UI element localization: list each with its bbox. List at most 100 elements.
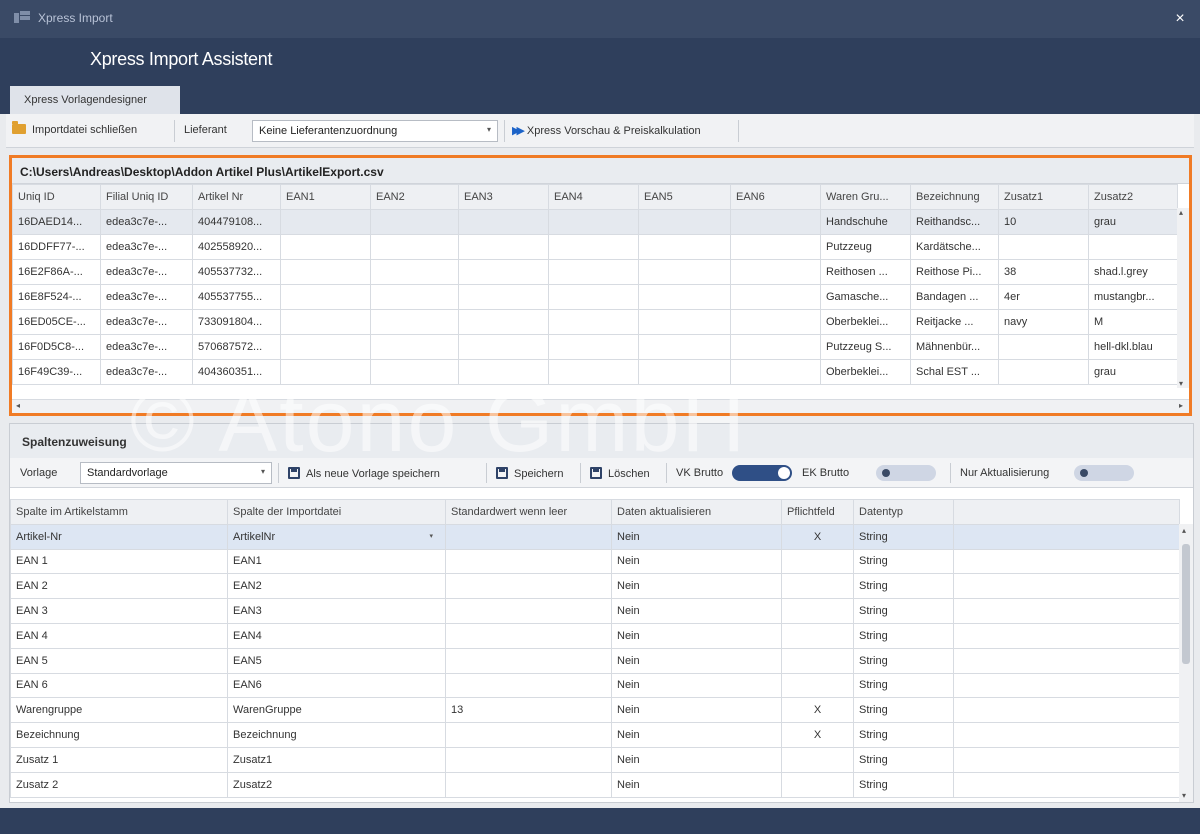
table-cell[interactable]: [445, 746, 612, 773]
table-row[interactable]: 16E2F86A-... edea3c7e-... 405537732... Reit…: [12, 259, 1178, 285]
table-cell: [548, 359, 639, 385]
template-select[interactable]: Standardvorlage ▾: [80, 462, 272, 484]
table-cell[interactable]: EAN1: [227, 548, 446, 575]
column-header[interactable]: Bezeichnung: [910, 184, 999, 210]
table-cell[interactable]: Nein: [611, 697, 782, 724]
table-cell: [638, 359, 731, 385]
tab-vorlagendesigner[interactable]: Xpress Vorlagendesigner: [10, 86, 180, 114]
table-row[interactable]: Artikel-Nr ArtikelNr ▾ Nein X String: [10, 523, 1180, 550]
table-row[interactable]: EAN 4 EAN4 Nein String: [10, 622, 1180, 649]
table-cell[interactable]: Nein: [611, 573, 782, 600]
table-cell[interactable]: [445, 548, 612, 575]
table-cell[interactable]: Nein: [611, 746, 782, 773]
table-cell[interactable]: Nein: [611, 598, 782, 624]
column-header[interactable]: Uniq ID: [12, 184, 101, 210]
import-column-select[interactable]: ArtikelNr ▾: [227, 523, 446, 550]
table-cell[interactable]: [445, 771, 612, 798]
preview-horizontal-scrollbar[interactable]: ◂ ▸: [12, 399, 1189, 413]
table-row[interactable]: 16DAED14... edea3c7e-... 404479108... Hands…: [12, 209, 1178, 235]
column-header[interactable]: [953, 499, 1180, 525]
table-cell[interactable]: [445, 722, 612, 748]
table-row[interactable]: EAN 3 EAN3 Nein String: [10, 598, 1180, 624]
table-cell[interactable]: Nein: [611, 647, 782, 674]
column-header[interactable]: Pflichtfeld: [781, 499, 854, 525]
table-cell: String: [853, 771, 954, 798]
table-cell: [730, 284, 821, 310]
close-button[interactable]: ×: [1170, 9, 1190, 29]
save-as-new-template-button[interactable]: Als neue Vorlage speichern: [288, 467, 440, 480]
column-header[interactable]: EAN6: [730, 184, 821, 210]
table-cell[interactable]: Nein: [611, 548, 782, 575]
table-cell[interactable]: Bezeichnung: [227, 722, 446, 748]
table-row[interactable]: 16DDFF77-... edea3c7e-... 402558920... Putz…: [12, 234, 1178, 260]
table-cell[interactable]: [445, 523, 612, 550]
ek-brutto-toggle[interactable]: [876, 465, 936, 481]
table-cell[interactable]: EAN4: [227, 622, 446, 649]
table-cell[interactable]: [445, 672, 612, 699]
table-cell[interactable]: [445, 647, 612, 674]
update-only-toggle[interactable]: [1074, 465, 1134, 481]
table-cell[interactable]: Zusatz1: [227, 746, 446, 773]
column-header[interactable]: EAN3: [458, 184, 549, 210]
table-cell[interactable]: Zusatz2: [227, 771, 446, 798]
column-header[interactable]: EAN4: [548, 184, 639, 210]
table-cell[interactable]: Nein: [611, 771, 782, 798]
table-row[interactable]: EAN 1 EAN1 Nein String: [10, 548, 1180, 575]
table-row[interactable]: 16F0D5C8-... edea3c7e-... 570687572... Putz…: [12, 334, 1178, 360]
delete-button[interactable]: Löschen: [590, 467, 650, 480]
table-cell[interactable]: [445, 573, 612, 600]
table-cell: [280, 334, 371, 360]
table-row[interactable]: EAN 5 EAN5 Nein String: [10, 647, 1180, 674]
column-header[interactable]: Datentyp: [853, 499, 954, 525]
table-row[interactable]: 16ED05CE-... edea3c7e-... 733091804... Ober…: [12, 309, 1178, 335]
column-header[interactable]: Zusatz1: [998, 184, 1089, 210]
table-cell: [953, 573, 1180, 600]
scroll-left-icon: ◂: [16, 401, 21, 410]
scrollbar-thumb[interactable]: [1182, 544, 1190, 664]
page-title: Xpress Import Assistent: [90, 49, 273, 69]
column-header[interactable]: Spalte im Artikelstamm: [10, 499, 228, 525]
table-row[interactable]: EAN 2 EAN2 Nein String: [10, 573, 1180, 600]
preview-vertical-scrollbar[interactable]: ▴ ▾: [1177, 208, 1189, 388]
table-row[interactable]: Bezeichnung Bezeichnung Nein X String: [10, 722, 1180, 748]
table-cell[interactable]: [445, 622, 612, 649]
table-cell: edea3c7e-...: [100, 259, 193, 285]
table-cell[interactable]: EAN2: [227, 573, 446, 600]
table-cell[interactable]: EAN5: [227, 647, 446, 674]
table-cell: String: [853, 746, 954, 773]
table-row[interactable]: EAN 6 EAN6 Nein String: [10, 672, 1180, 699]
table-cell[interactable]: 13: [445, 697, 612, 724]
table-cell[interactable]: EAN3: [227, 598, 446, 624]
table-row[interactable]: 16E8F524-... edea3c7e-... 405537755... Gama…: [12, 284, 1178, 310]
table-cell: [458, 234, 549, 260]
table-cell[interactable]: Nein: [611, 622, 782, 649]
column-header[interactable]: Waren Gru...: [820, 184, 911, 210]
supplier-select[interactable]: Keine Lieferantenzuordnung ▾: [252, 120, 498, 142]
table-row[interactable]: 16F49C39-... edea3c7e-... 404360351... Ober…: [12, 359, 1178, 385]
table-cell: [638, 309, 731, 335]
column-header[interactable]: EAN1: [280, 184, 371, 210]
assignment-vertical-scrollbar[interactable]: ▴ ▾: [1179, 524, 1193, 802]
column-header[interactable]: Daten aktualisieren: [611, 499, 782, 525]
table-cell[interactable]: WarenGruppe: [227, 697, 446, 724]
column-header[interactable]: Artikel Nr: [192, 184, 281, 210]
close-import-file-button[interactable]: Importdatei schließen: [12, 121, 137, 136]
table-cell[interactable]: Nein: [611, 672, 782, 699]
column-header[interactable]: EAN5: [638, 184, 731, 210]
column-header[interactable]: Zusatz2: [1088, 184, 1178, 210]
table-cell[interactable]: EAN6: [227, 672, 446, 699]
table-cell: [730, 209, 821, 235]
save-button[interactable]: Speichern: [496, 467, 564, 480]
table-cell[interactable]: Nein: [611, 523, 782, 550]
preview-calculation-button[interactable]: ▶▶ Xpress Vorschau & Preiskalkulation: [512, 124, 701, 137]
column-header[interactable]: Filial Uniq ID: [100, 184, 193, 210]
table-row[interactable]: Zusatz 1 Zusatz1 Nein String: [10, 746, 1180, 773]
table-cell[interactable]: [445, 598, 612, 624]
column-header[interactable]: EAN2: [370, 184, 459, 210]
vk-brutto-toggle[interactable]: [732, 465, 792, 481]
table-row[interactable]: Zusatz 2 Zusatz2 Nein String: [10, 771, 1180, 798]
column-header[interactable]: Standardwert wenn leer: [445, 499, 612, 525]
table-row[interactable]: Warengruppe WarenGruppe 13 Nein X String: [10, 697, 1180, 724]
column-header[interactable]: Spalte der Importdatei: [227, 499, 446, 525]
table-cell[interactable]: Nein: [611, 722, 782, 748]
